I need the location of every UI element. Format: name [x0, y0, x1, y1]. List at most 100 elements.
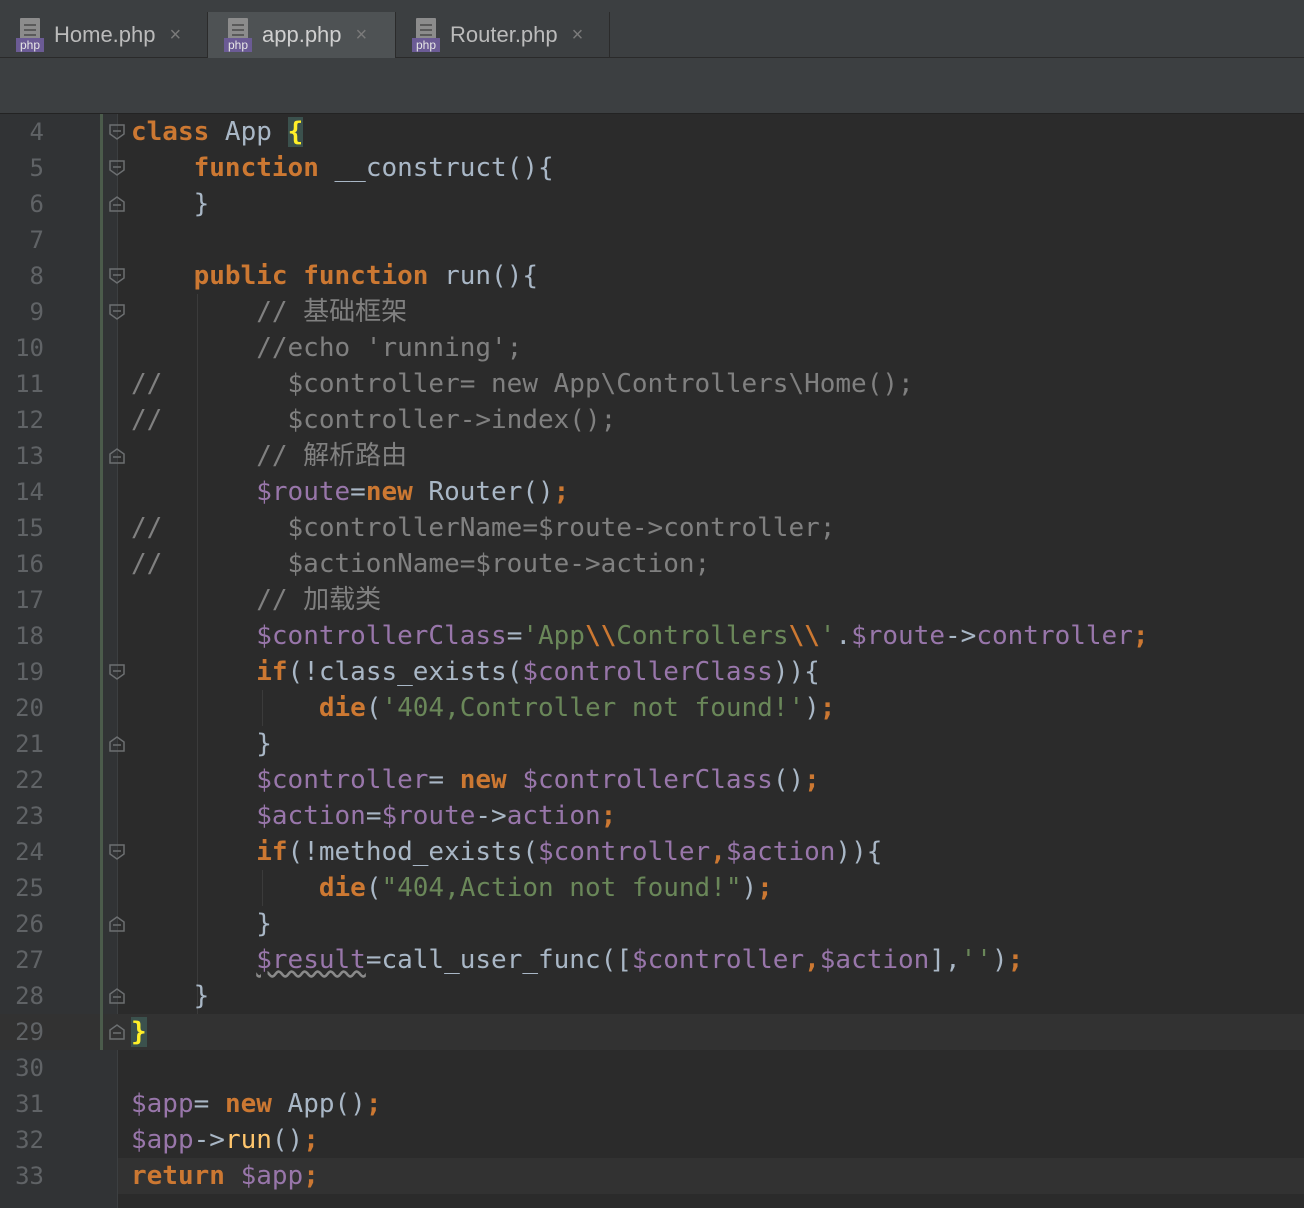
- code-line[interactable]: 15 // $controllerName=$route->controller;: [0, 510, 1304, 546]
- code-line[interactable]: 27 $result=call_user_func([$controller,$…: [0, 942, 1304, 978]
- code-line[interactable]: 16 // $actionName=$route->action;: [0, 546, 1304, 582]
- code-token: // $controllerName=$route->controller;: [131, 513, 836, 543]
- line-number: 19: [15, 658, 44, 686]
- code-line[interactable]: 25 die("404,Action not found!");: [0, 870, 1304, 906]
- code-token: =: [506, 621, 523, 651]
- code-token: public: [193, 261, 288, 291]
- code-token: '': [960, 945, 992, 975]
- tab-label: Router.php: [450, 22, 558, 47]
- code-token: controller: [976, 621, 1133, 651]
- tab-app-php[interactable]: php app.php ×: [208, 12, 396, 58]
- line-number: 13: [15, 442, 44, 470]
- line-number: 24: [15, 838, 44, 866]
- code-line[interactable]: 30: [0, 1050, 1304, 1086]
- fold-open-icon[interactable]: [108, 123, 126, 141]
- code-lines: 4 class App {5 function __construct(){6 }…: [0, 114, 1304, 1194]
- code-line[interactable]: 4 class App {: [0, 114, 1304, 150]
- code-token: $controller: [631, 945, 805, 975]
- code-text: $app= new App();: [131, 1086, 381, 1122]
- code-token: $app: [131, 1089, 194, 1119]
- code-text: // $actionName=$route->action;: [131, 546, 710, 582]
- fold-open-icon[interactable]: [108, 267, 126, 285]
- fold-close-icon[interactable]: [108, 447, 126, 465]
- code-line[interactable]: 6 }: [0, 186, 1304, 222]
- code-line[interactable]: 21 }: [0, 726, 1304, 762]
- code-token: // $actionName=$route->action;: [131, 549, 711, 579]
- line-number: 28: [15, 982, 44, 1010]
- code-line[interactable]: 31 $app= new App();: [0, 1086, 1304, 1122]
- close-icon[interactable]: ×: [572, 24, 584, 47]
- code-token: Controllers: [616, 621, 789, 651]
- code-token: ->: [193, 1125, 225, 1155]
- code-token: //echo 'running';: [131, 333, 523, 363]
- code-line[interactable]: 29}: [0, 1014, 1304, 1050]
- code-token: .: [835, 621, 852, 651]
- line-number: 11: [15, 370, 44, 398]
- code-line[interactable]: 28 }: [0, 978, 1304, 1014]
- code-token: {: [287, 117, 304, 147]
- code-text: }: [131, 186, 210, 222]
- fold-close-icon[interactable]: [108, 195, 126, 213]
- close-icon[interactable]: ×: [170, 24, 182, 47]
- code-text: //echo 'running';: [131, 330, 522, 366]
- code-token: Router(): [412, 477, 554, 507]
- code-token: $app: [240, 1161, 304, 1191]
- code-line[interactable]: 20 die('404,Controller not found!');: [0, 690, 1304, 726]
- code-line[interactable]: 22 $controller= new $controllerClass();: [0, 762, 1304, 798]
- code-token: \\: [788, 621, 820, 651]
- code-line[interactable]: 7: [0, 222, 1304, 258]
- code-line[interactable]: 12 // $controller->index();: [0, 402, 1304, 438]
- code-text: $controller= new $controllerClass();: [131, 762, 820, 798]
- fold-open-icon[interactable]: [108, 663, 126, 681]
- code-token: // $controller= new App\Controllers\Home…: [131, 369, 914, 399]
- tab-router-php[interactable]: php Router.php ×: [396, 12, 610, 58]
- code-line[interactable]: 17 // 加载类: [0, 582, 1304, 618]
- code-token: =: [365, 801, 382, 831]
- fold-close-icon[interactable]: [108, 987, 126, 1005]
- code-line[interactable]: 11 // $controller= new App\Controllers\Ho…: [0, 366, 1304, 402]
- code-line[interactable]: 24 if(!method_exists($controller,$action…: [0, 834, 1304, 870]
- tab-home-php[interactable]: php Home.php ×: [0, 12, 208, 58]
- fold-open-icon[interactable]: [108, 843, 126, 861]
- fold-close-icon[interactable]: [108, 735, 126, 753]
- code-text: // $controllerName=$route->controller;: [131, 510, 835, 546]
- code-token: if: [256, 837, 288, 867]
- code-token: App(): [271, 1089, 366, 1119]
- code-token: class: [131, 117, 210, 147]
- code-token: $route: [381, 801, 476, 831]
- code-token: // $controller->index();: [131, 405, 617, 435]
- fold-open-icon[interactable]: [108, 303, 126, 321]
- code-line[interactable]: 26 }: [0, 906, 1304, 942]
- fold-close-icon[interactable]: [108, 1023, 126, 1041]
- code-token: ;: [303, 1125, 319, 1155]
- code-line[interactable]: 19 if(!class_exists($controllerClass)){: [0, 654, 1304, 690]
- code-line[interactable]: 14 $route=new Router();: [0, 474, 1304, 510]
- fold-open-icon[interactable]: [108, 159, 126, 177]
- code-token: ,: [804, 945, 820, 975]
- code-line[interactable]: 23 $action=$route->action;: [0, 798, 1304, 834]
- fold-close-icon[interactable]: [108, 915, 126, 933]
- line-number: 21: [15, 730, 44, 758]
- code-text: $controllerClass='App\\Controllers\\'.$r…: [131, 618, 1148, 654]
- code-token: (!class_exists(: [287, 657, 523, 687]
- code-text: $app->run();: [131, 1122, 319, 1158]
- code-token: ->: [945, 621, 977, 651]
- code-line[interactable]: 10 //echo 'running';: [0, 330, 1304, 366]
- code-line[interactable]: 13 // 解析路由: [0, 438, 1304, 474]
- code-line[interactable]: 18 $controllerClass='App\\Controllers\\'…: [0, 618, 1304, 654]
- code-text: die('404,Controller not found!');: [131, 690, 836, 726]
- line-number: 17: [15, 586, 44, 614]
- code-line[interactable]: 5 function __construct(){: [0, 150, 1304, 186]
- close-icon[interactable]: ×: [356, 24, 368, 47]
- code-line[interactable]: 32 $app->run();: [0, 1122, 1304, 1158]
- code-line[interactable]: 8 public function run(){: [0, 258, 1304, 294]
- line-number: 15: [15, 514, 44, 542]
- editor-tab-bar: php Home.php × php app.php × php Router.…: [0, 0, 1304, 58]
- code-line[interactable]: 33 return $app;: [0, 1158, 1304, 1194]
- code-line[interactable]: 9 // 基础框架: [0, 294, 1304, 330]
